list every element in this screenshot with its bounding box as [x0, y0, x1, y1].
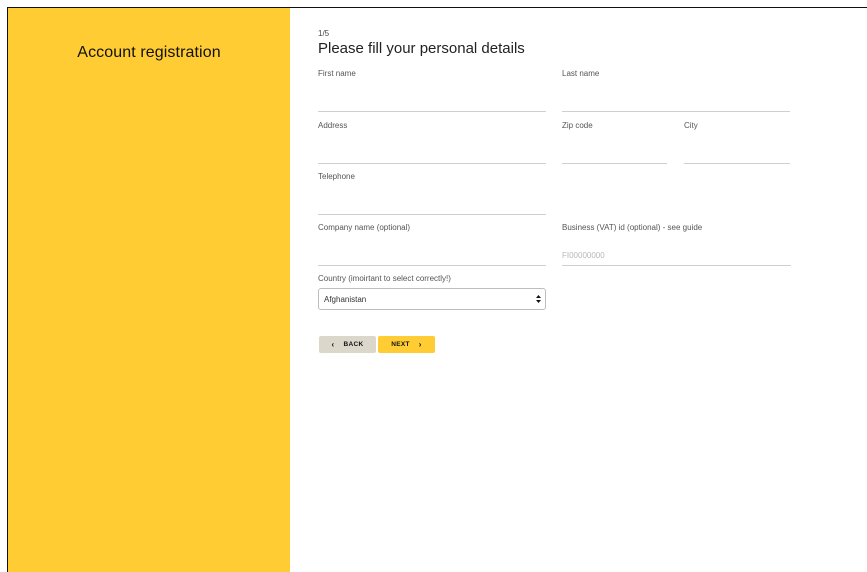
last-name-label: Last name: [562, 69, 600, 78]
city-group: City: [684, 120, 790, 164]
back-button[interactable]: ‹ BACK: [319, 336, 376, 353]
last-name-input[interactable]: [562, 92, 790, 112]
first-name-group: First name: [318, 68, 546, 112]
address-input[interactable]: [318, 144, 546, 164]
city-input[interactable]: [684, 144, 790, 164]
back-button-label: BACK: [343, 341, 364, 348]
vat-input[interactable]: [562, 246, 791, 266]
company-group: Company name (optional): [318, 222, 546, 266]
select-arrows-icon: [536, 295, 541, 303]
country-group: Country (imoirtant to select correctly!): [318, 273, 546, 285]
address-group: Address: [318, 120, 546, 164]
first-name-label: First name: [318, 69, 356, 78]
chevron-right-icon: ›: [418, 339, 422, 349]
next-button[interactable]: NEXT ›: [378, 336, 435, 353]
sidebar: Account registration: [8, 8, 290, 572]
country-select-value: Afghanistan: [324, 295, 367, 304]
zip-label: Zip code: [562, 121, 593, 130]
country-select[interactable]: Afghanistan: [318, 288, 546, 310]
page-title: Please fill your personal details: [318, 40, 525, 57]
last-name-group: Last name: [562, 68, 790, 112]
telephone-label: Telephone: [318, 172, 355, 181]
company-label: Company name (optional): [318, 223, 411, 232]
chevron-left-icon: ‹: [331, 339, 335, 349]
vat-label: Business (VAT) id (optional) - see guide: [562, 223, 703, 232]
step-indicator: 1/5: [318, 29, 330, 38]
sidebar-title: Account registration: [77, 44, 221, 61]
zip-group: Zip code: [562, 120, 667, 164]
telephone-group: Telephone: [318, 171, 546, 215]
next-button-label: NEXT: [391, 341, 410, 348]
vat-group: Business (VAT) id (optional) - see guide: [562, 222, 791, 266]
country-label: Country (imoirtant to select correctly!): [318, 274, 451, 283]
registration-form: 1/5 Please fill your personal details Fi…: [318, 8, 867, 572]
telephone-input[interactable]: [318, 195, 546, 215]
first-name-input[interactable]: [318, 92, 546, 112]
city-label: City: [684, 121, 698, 130]
address-label: Address: [318, 121, 348, 130]
company-input[interactable]: [318, 246, 546, 266]
zip-input[interactable]: [562, 144, 667, 164]
